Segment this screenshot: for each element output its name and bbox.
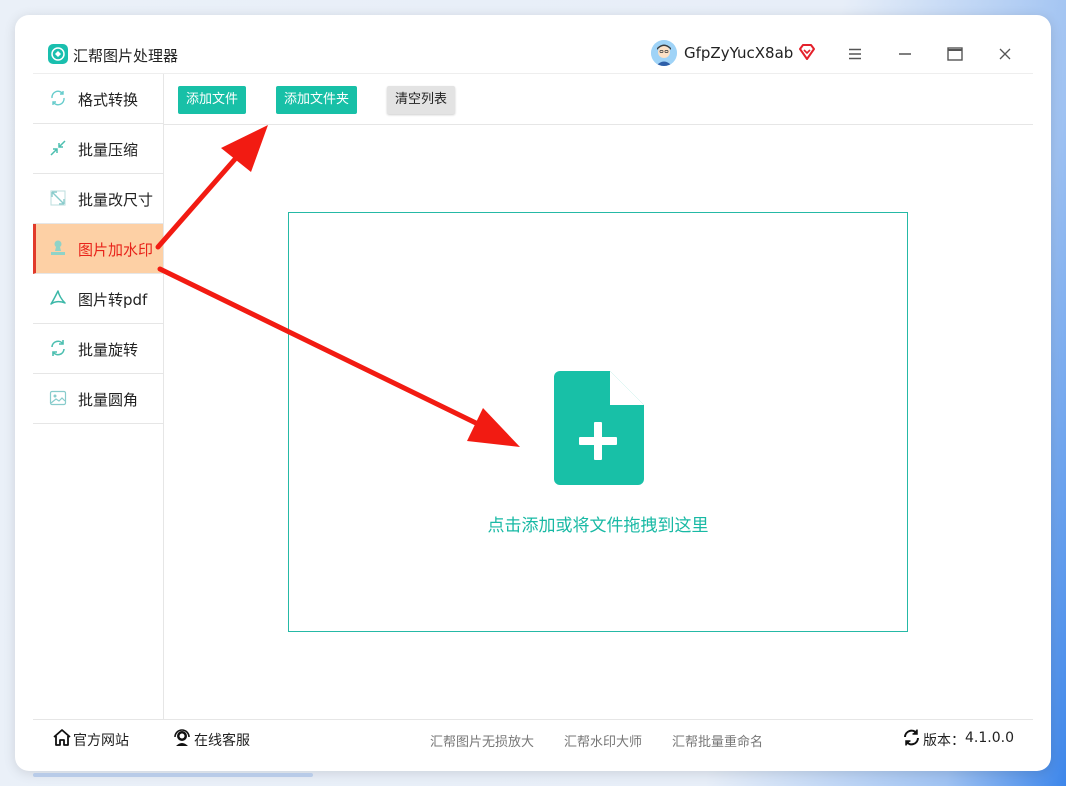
close-icon[interactable] [992,41,1018,67]
sidebar-item-batch-rotate[interactable]: 批量旋转 [33,324,163,374]
add-file-icon [554,371,644,489]
username[interactable]: GfpZyYucX8ab [684,44,793,62]
convert-icon [49,89,67,107]
sidebar-item-label: 图片转pdf [78,291,148,309]
official-website-link[interactable]: 官方网站 [73,730,129,750]
sidebar-item-watermark[interactable]: 图片加水印 [33,224,163,274]
pdf-icon [49,289,67,307]
drop-hint-text: 点击添加或将文件拖拽到这里 [487,516,709,536]
sidebar-item-label: 批量压缩 [78,141,139,159]
sidebar-item-format-convert[interactable]: 格式转换 [33,74,163,124]
sidebar-item-label: 批量改尺寸 [78,191,154,209]
clear-list-button[interactable]: 清空列表 [387,86,456,114]
compress-icon [49,139,67,157]
rotate-icon [49,339,67,357]
add-file-button[interactable]: 添加文件 [178,86,247,114]
add-folder-button[interactable]: 添加文件夹 [276,86,358,114]
refresh-icon[interactable] [903,729,920,750]
sidebar-item-label: 批量旋转 [78,341,139,359]
maximize-icon[interactable] [942,41,968,67]
minimize-icon[interactable] [892,41,918,67]
sidebar: 格式转换 批量压缩 批量改尺寸 图片加水印 图片转pdf 批量旋转 批量圆角 [33,73,164,720]
sidebar-item-image-to-pdf[interactable]: 图片转pdf [33,274,163,324]
sidebar-item-label: 批量圆角 [78,391,139,409]
image-icon [49,389,67,407]
sidebar-item-batch-compress[interactable]: 批量压缩 [33,124,163,174]
home-icon[interactable] [53,729,71,750]
stamp-icon [49,239,67,257]
sidebar-item-label: 格式转换 [78,91,139,109]
app-window: 汇帮图片处理器 GfpZyYucX8ab 格式转换 批量压缩 批量改尺寸 图片加… [15,15,1051,771]
sidebar-item-label: 图片加水印 [78,241,154,259]
menu-icon[interactable] [842,41,868,67]
user-avatar-icon[interactable] [651,40,677,66]
sidebar-item-batch-resize[interactable]: 批量改尺寸 [33,174,163,224]
version-number: 4.1.0.0 [965,730,1014,746]
app-logo-icon [48,44,68,64]
sidebar-item-batch-round-corner[interactable]: 批量圆角 [33,374,163,424]
footer-link-watermark-master[interactable]: 汇帮水印大师 [564,731,642,750]
app-title: 汇帮图片处理器 [73,47,179,65]
online-support-link[interactable]: 在线客服 [194,730,250,750]
customer-service-icon[interactable] [173,729,191,750]
version-label: 版本： [923,733,965,749]
footer: 官方网站 在线客服 汇帮图片无损放大 汇帮水印大师 汇帮批量重命名 版本： 4.… [33,719,1033,756]
title-bar: 汇帮图片处理器 GfpZyYucX8ab [15,15,1051,73]
footer-link-batch-rename[interactable]: 汇帮批量重命名 [672,731,763,750]
footer-link-lossless-upscale[interactable]: 汇帮图片无损放大 [430,731,534,750]
horizontal-scrollbar[interactable] [33,773,313,777]
resize-icon [49,189,67,207]
toolbar: 添加文件 添加文件夹 清空列表 [163,73,1033,125]
vip-diamond-icon[interactable] [798,43,816,65]
file-drop-zone[interactable]: 点击添加或将文件拖拽到这里 [288,212,908,632]
